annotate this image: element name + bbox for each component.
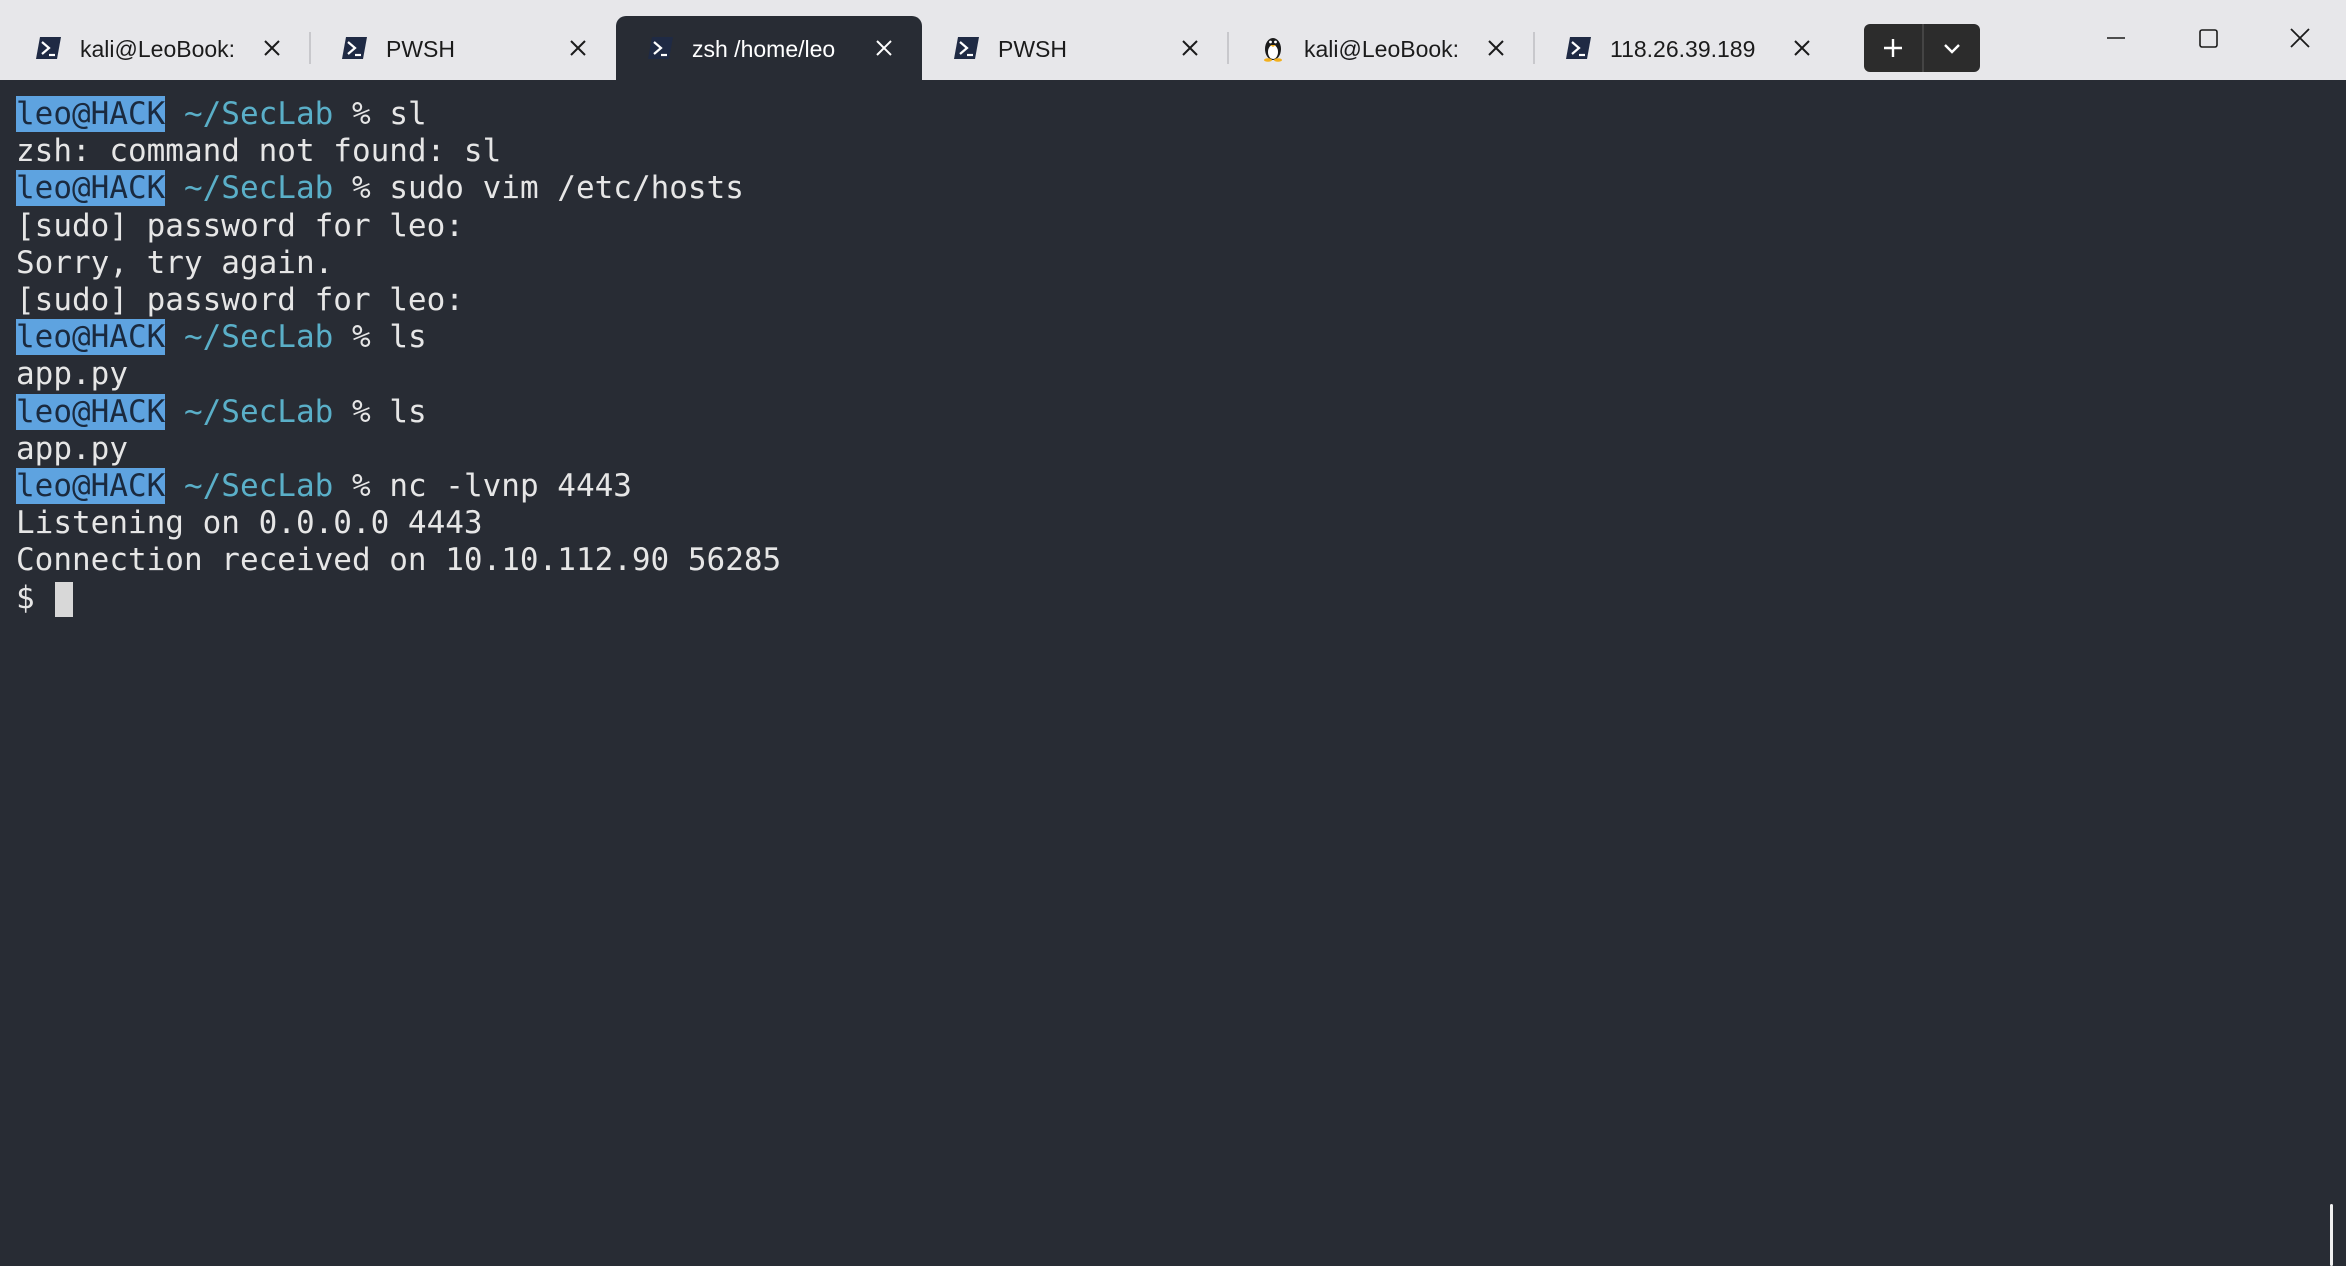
tab-close-button[interactable]	[870, 34, 898, 62]
output-line: Sorry, try again.	[16, 245, 333, 282]
powershell-icon	[36, 37, 61, 59]
text-cursor	[55, 581, 74, 617]
close-window-button[interactable]	[2254, 0, 2346, 78]
output-text: [sudo] password for leo:	[16, 282, 464, 318]
tab-label: 118.26.39.189	[1610, 36, 1756, 62]
tab-label: PWSH	[386, 36, 455, 62]
tab-dropdown-button[interactable]	[1922, 24, 1980, 72]
prompt-symbol: %	[351, 96, 371, 132]
new-tab-group	[1864, 24, 1980, 72]
linux-penguin-icon	[1264, 38, 1282, 62]
command-text: sl	[389, 96, 427, 132]
output-text: Sorry, try again.	[16, 244, 334, 281]
prompt-userhost: leo@HACK	[16, 96, 166, 132]
output-line: [sudo] password for leo:	[16, 208, 464, 245]
prompt-path: ~/SecLab	[183, 319, 334, 356]
shell-prompt: $	[16, 579, 54, 616]
new-tab-button[interactable]	[1864, 24, 1922, 72]
output-text: app.py	[16, 430, 128, 467]
maximize-icon	[2199, 29, 2218, 48]
close-icon	[570, 40, 586, 56]
command-text: sudo vim /etc/hosts	[389, 170, 744, 207]
close-icon	[264, 40, 280, 56]
output-line: Connection received on 10.10.112.90 5628…	[16, 542, 781, 579]
prompt-userhost: leo@HACK	[16, 170, 166, 207]
prompt-line: leo@HACK ~/SecLab % sudo vim /etc/hosts	[16, 170, 744, 207]
prompt-path: ~/SecLab	[183, 468, 334, 504]
output-line: Listening on 0.0.0.0 4443	[16, 505, 483, 542]
close-icon	[1182, 40, 1198, 56]
tab[interactable]: PWSH	[922, 16, 1228, 80]
output-text: app.py	[16, 356, 128, 393]
scrollbar[interactable]	[2330, 1204, 2333, 1266]
maximize-button[interactable]	[2162, 0, 2254, 78]
close-icon	[2290, 28, 2310, 48]
powershell-icon	[648, 37, 673, 59]
tab-close-button[interactable]	[564, 34, 592, 62]
prompt-line: leo@HACK ~/SecLab % sl	[16, 96, 427, 133]
command-text: ls	[389, 319, 427, 356]
prompt-line: leo@HACK ~/SecLab % ls	[16, 393, 427, 431]
prompt-userhost: leo@HACK	[16, 319, 166, 356]
tab-label: PWSH	[998, 36, 1067, 62]
tab[interactable]: 118.26.39.189	[1534, 16, 1840, 80]
output-text: Listening on 0.0.0.0 4443	[16, 505, 483, 542]
minimize-icon	[2107, 37, 2125, 39]
tab-label: kali@LeoBook:	[1304, 36, 1460, 62]
shell-prompt-line: $	[16, 579, 74, 617]
tab-close-button[interactable]	[258, 34, 286, 62]
prompt-line: leo@HACK ~/SecLab % ls	[16, 319, 427, 356]
tab-close-button[interactable]	[1788, 34, 1816, 62]
terminal-output[interactable]: leo@HACK ~/SecLab % sl zsh: command not f…	[0, 80, 2346, 1266]
close-icon	[1794, 40, 1810, 56]
tab[interactable]: PWSH	[310, 16, 616, 80]
prompt-userhost: leo@HACK	[16, 393, 166, 430]
powershell-icon	[954, 37, 979, 59]
output-line: app.py	[16, 431, 128, 468]
tab[interactable]: kali@LeoBook:	[4, 16, 310, 80]
output-text: [sudo] password for leo:	[16, 207, 464, 244]
close-icon	[1488, 40, 1504, 56]
powershell-icon	[342, 37, 367, 59]
prompt-symbol: %	[351, 170, 371, 207]
close-icon	[876, 40, 892, 56]
prompt-userhost: leo@HACK	[16, 468, 166, 504]
prompt-symbol: %	[351, 393, 371, 430]
output-line: zsh: command not found: sl	[16, 133, 501, 170]
tab[interactable]: zsh /home/leo	[616, 16, 922, 80]
tab-label: kali@LeoBook:	[80, 36, 236, 62]
output-line: [sudo] password for leo:	[16, 282, 464, 319]
prompt-symbol: %	[351, 468, 371, 504]
output-line: app.py	[16, 356, 128, 393]
tab[interactable]: kali@LeoBook:	[1228, 16, 1534, 80]
prompt-path: ~/SecLab	[183, 170, 334, 207]
command-text: nc -lvnp 4443	[389, 468, 632, 504]
prompt-path: ~/SecLab	[183, 393, 334, 430]
tab-close-button[interactable]	[1176, 34, 1204, 62]
tab-close-button[interactable]	[1482, 34, 1510, 62]
command-text: ls	[389, 393, 427, 430]
minimize-button[interactable]	[2070, 0, 2162, 78]
title-bar: kali@LeoBook: PWSH zsh /home/leo PWSH kali@L…	[0, 0, 2346, 80]
powershell-icon	[1566, 37, 1591, 59]
chevron-down-icon	[1944, 44, 1960, 54]
tab-label: zsh /home/leo	[692, 36, 836, 62]
prompt-symbol: %	[351, 319, 371, 356]
plus-icon	[1884, 39, 1902, 57]
output-text: Connection received on 10.10.112.90 5628…	[16, 542, 782, 579]
prompt-line: leo@HACK ~/SecLab % nc -lvnp 4443	[16, 468, 632, 505]
prompt-path: ~/SecLab	[183, 96, 334, 132]
output-text: zsh: command not found: sl	[16, 133, 502, 170]
